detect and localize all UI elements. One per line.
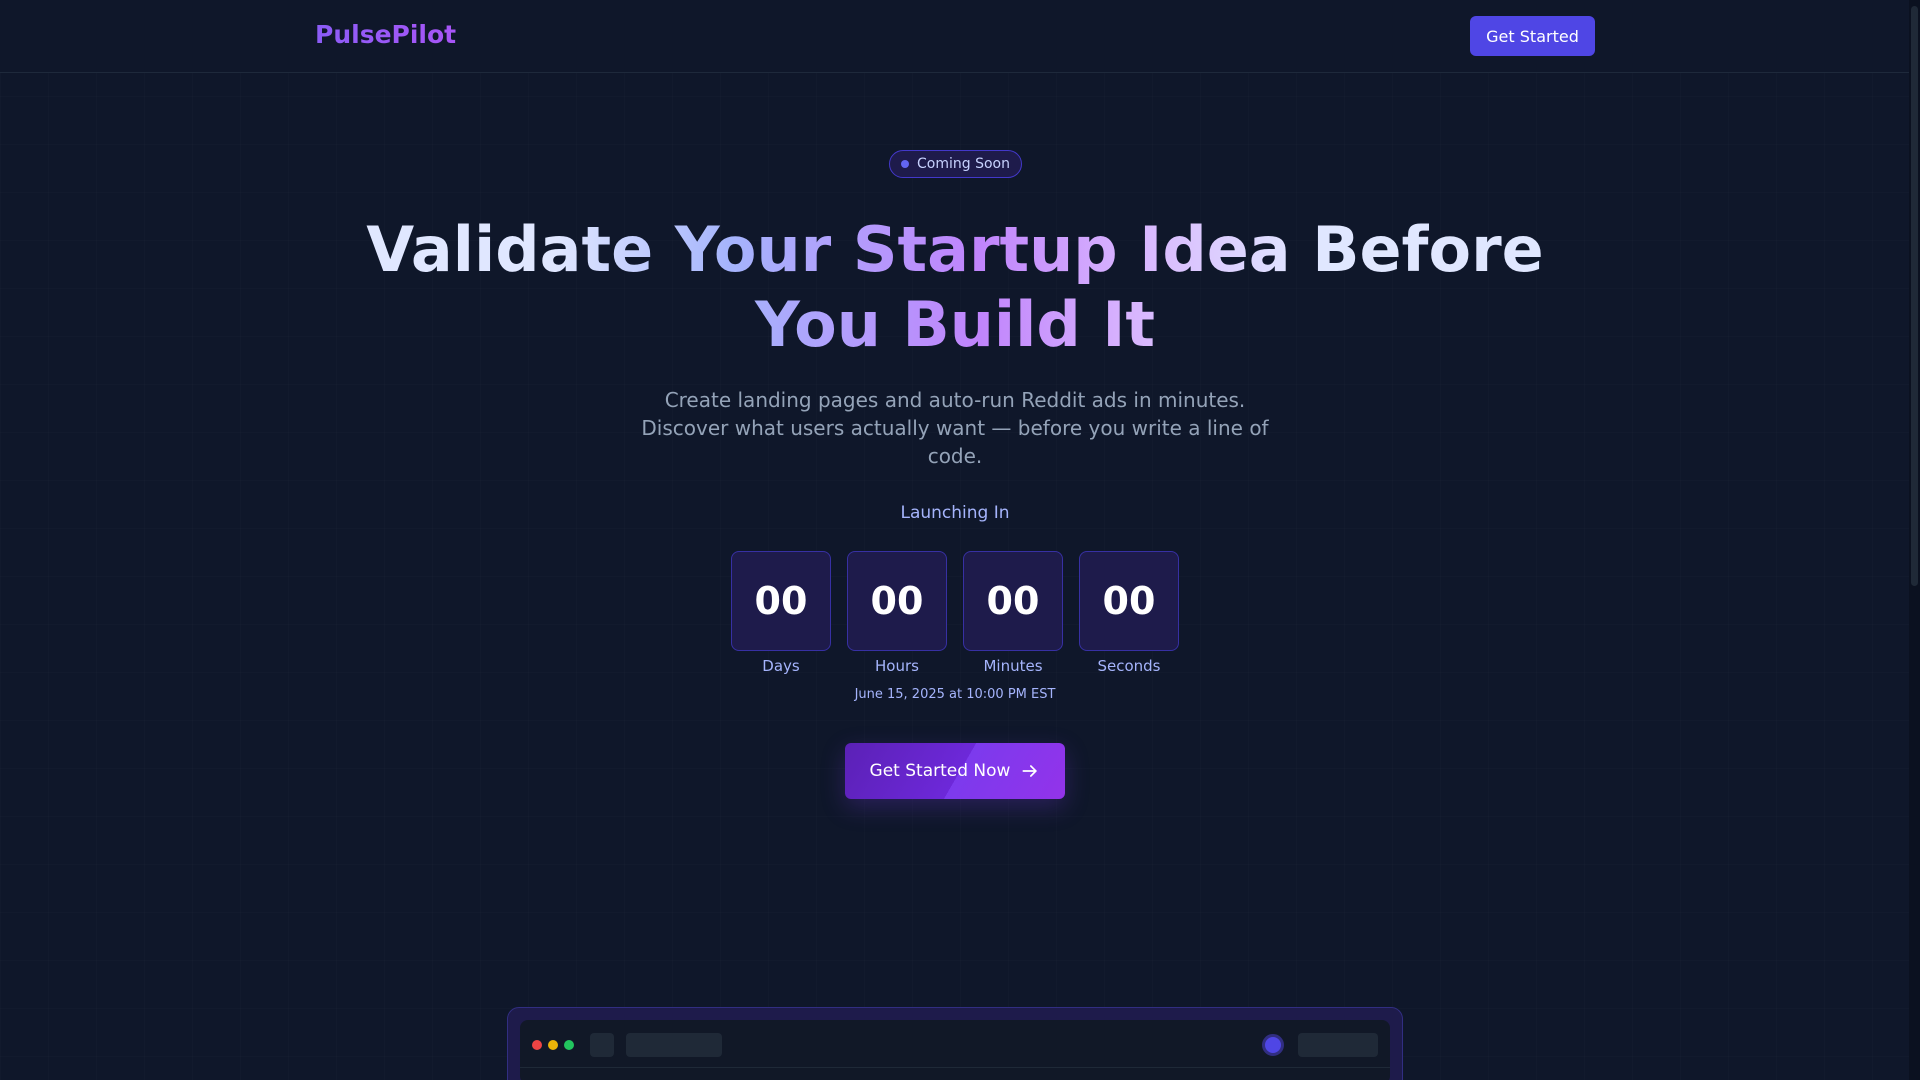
countdown-days: 00 Days [731, 551, 831, 675]
countdown-minutes-label: Minutes [983, 657, 1043, 675]
placeholder-square [590, 1033, 614, 1057]
status-dot-icon [901, 160, 910, 168]
countdown-seconds-value: 00 [1079, 551, 1179, 651]
window-close-dot-icon [532, 1040, 542, 1050]
countdown-hours-value: 00 [847, 551, 947, 651]
top-navigation: PulsePilot Get Started [0, 0, 1909, 73]
get-started-button[interactable]: Get Started [1470, 16, 1595, 56]
countdown-seconds-label: Seconds [1097, 657, 1161, 675]
hero-subtitle: Create landing pages and auto-run Reddit… [641, 388, 1269, 468]
launch-date: June 15, 2025 at 10:00 PM EST [854, 687, 1056, 702]
placeholder-bar-right [1298, 1033, 1378, 1057]
countdown-minutes: 00 Minutes [963, 551, 1063, 675]
countdown-seconds: 00 Seconds [1079, 551, 1179, 675]
get-started-now-label: Get Started Now [869, 761, 1011, 781]
window-maximize-dot-icon [564, 1040, 574, 1050]
launching-in-label: Launching In [900, 503, 1010, 523]
badge-label: Coming Soon [917, 156, 1010, 172]
arrow-right-icon [1022, 765, 1038, 777]
page-scrollbar[interactable] [1909, 0, 1920, 1080]
countdown-hours-label: Hours [875, 657, 919, 675]
app-preview-frame [520, 1020, 1390, 1080]
scrollbar-thumb[interactable] [1911, 6, 1918, 586]
app-preview-toolbar [520, 1020, 1390, 1068]
countdown-minutes-value: 00 [963, 551, 1063, 651]
app-preview-window [507, 1007, 1403, 1080]
hero-headline: Validate Your Startup Idea Before You Bu… [330, 212, 1580, 362]
countdown-hours: 00 Hours [847, 551, 947, 675]
countdown-days-value: 00 [731, 551, 831, 651]
countdown-days-label: Days [762, 657, 800, 675]
countdown-timer: 00 Days 00 Hours 00 Minutes 00 Seconds [731, 551, 1179, 675]
logo[interactable]: PulsePilot [315, 20, 456, 49]
placeholder-bar [626, 1033, 722, 1057]
coming-soon-badge: Coming Soon [889, 150, 1022, 178]
window-minimize-dot-icon [548, 1040, 558, 1050]
get-started-now-button[interactable]: Get Started Now [845, 743, 1065, 799]
avatar [1262, 1034, 1284, 1056]
